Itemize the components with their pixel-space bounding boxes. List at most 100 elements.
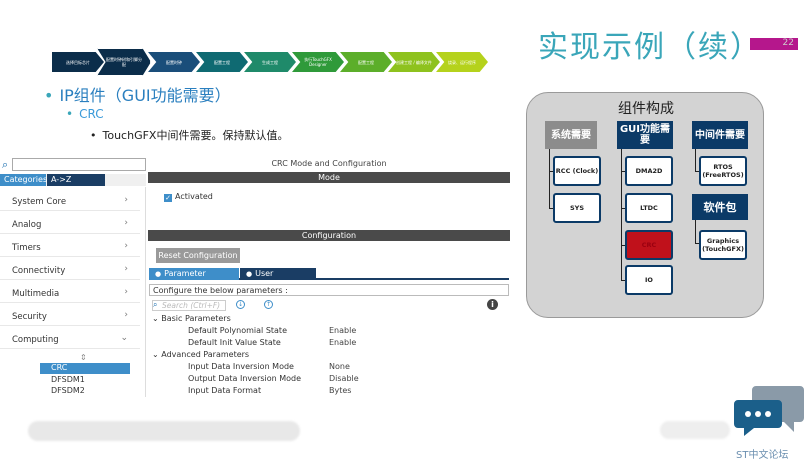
info-icon[interactable]: i	[487, 299, 498, 310]
category-label: Multimedia	[12, 289, 60, 299]
parameter-search-input[interactable]: Search (Ctrl+F)	[152, 300, 226, 311]
chevron-right-icon: ›	[124, 310, 128, 320]
bullet2-text: CRC	[79, 107, 104, 121]
bullet-ip-component: • IP组件（GUI功能需要）	[44, 86, 231, 105]
step-config-clock: 配置时钟	[148, 52, 200, 72]
sort-icon[interactable]: ⇕	[80, 353, 87, 362]
mode-bar: Mode	[148, 172, 510, 183]
activated-checkbox[interactable]: ✓ Activated	[164, 192, 213, 202]
configuration-bar: Configuration	[148, 230, 510, 241]
bullet-touchgfx-note: • TouchGFX中间件需要。保持默认值。	[90, 129, 289, 142]
category-security[interactable]: Security ›	[0, 304, 140, 326]
connector-line	[695, 220, 696, 244]
step-select-chip: 选择目标芯片	[52, 52, 104, 72]
process-steps: 选择目标芯片 配置时钟树和引脚分配 配置时钟 配置工程 生成工程 执行Touch…	[52, 48, 497, 76]
gear-icon: ●	[155, 270, 162, 278]
tab-a-z[interactable]: A->Z	[47, 174, 105, 186]
step-touchgfx-designer: 执行TouchGFX Designer	[292, 52, 344, 72]
param-default-init: Default Init Value State	[188, 338, 281, 347]
category-label: Computing	[12, 335, 59, 345]
param-value[interactable]: Bytes	[329, 386, 351, 395]
category-connectivity[interactable]: Connectivity ›	[0, 258, 140, 280]
group-label: Basic Parameters	[161, 314, 231, 323]
chevron-down-icon: ⌄	[120, 333, 128, 343]
tab-parameter-settings[interactable]: ● Parameter Settings	[149, 268, 239, 290]
search-icon[interactable]: ⌕	[2, 158, 8, 172]
category-search-input[interactable]	[12, 158, 146, 171]
diagram-title: 组件构成	[618, 101, 674, 117]
reset-configuration-button[interactable]: Reset Configuration	[156, 248, 240, 263]
step-config-project-2: 配置工程	[340, 52, 392, 72]
category-computing[interactable]: Computing ⌄	[0, 327, 140, 349]
param-output-inversion: Output Data Inversion Mode	[188, 374, 302, 383]
header-software-package: 软件包	[692, 194, 748, 220]
category-label: System Core	[12, 197, 67, 207]
blurred-footer-bar	[28, 421, 300, 441]
step-clock-pins: 配置时钟树和引脚分配	[97, 48, 151, 76]
category-label: Connectivity	[12, 266, 66, 276]
chevron-right-icon: ›	[124, 241, 128, 251]
node-dma2d: DMA2D	[625, 156, 673, 186]
peripheral-crc[interactable]: CRC	[40, 363, 130, 374]
gear-icon: ●	[246, 270, 253, 278]
activated-label: Activated	[175, 192, 213, 201]
slide-title: 实现示例（续）	[538, 30, 762, 65]
bullet1-text: IP组件（GUI功能需要）	[59, 86, 231, 105]
expand-all-icon[interactable]: ↓	[236, 300, 245, 309]
category-label: Security	[12, 312, 47, 322]
param-value[interactable]: None	[329, 362, 350, 371]
node-sys: SYS	[553, 193, 601, 223]
peripheral-dfsdm2[interactable]: DFSDM2	[40, 386, 130, 397]
param-value[interactable]: Disable	[329, 374, 359, 383]
node-rcc: RCC (Clock)	[553, 156, 601, 186]
chevron-right-icon: ›	[124, 195, 128, 205]
step-config-project: 配置工程	[196, 52, 248, 72]
chat-bubble-icon	[734, 386, 804, 436]
search-icon: ⌕	[153, 300, 158, 309]
chevron-right-icon: ›	[124, 218, 128, 228]
connector-line	[695, 149, 696, 172]
tab-categories[interactable]: Categories	[0, 174, 47, 186]
bullet3-touchgfx: TouchGFX	[102, 129, 157, 142]
step-flash-run: 烧录、运行程序	[436, 52, 488, 72]
category-analog[interactable]: Analog ›	[0, 212, 140, 234]
parameter-tabs: ● Parameter Settings ● User Constants	[149, 268, 509, 290]
node-crc: CRC	[625, 230, 673, 260]
param-value[interactable]: Enable	[329, 338, 356, 347]
param-input-inversion: Input Data Inversion Mode	[188, 362, 294, 371]
header-gui-needs: GUI功能需要	[617, 121, 673, 149]
blurred-footer-bar	[660, 421, 730, 439]
node-ltdc: LTDC	[625, 193, 673, 223]
category-timers[interactable]: Timers ›	[0, 235, 140, 257]
component-diagram: 组件构成 系统需要 GUI功能需要 中间件需要 软件包 RCC (Clock) …	[526, 92, 764, 318]
checkbox-checked-icon[interactable]: ✓	[164, 194, 172, 202]
category-system-core[interactable]: System Core ›	[0, 189, 140, 211]
category-search: ⌕	[0, 157, 146, 173]
mode-config-title: CRC Mode and Configuration	[271, 159, 387, 168]
forum-label: ST中文论坛	[736, 450, 789, 461]
category-tabs: Categories A->Z	[0, 174, 146, 186]
page-number: 22	[782, 38, 794, 48]
group-label: Advanced Parameters	[161, 350, 250, 359]
node-rtos: RTOS (FreeRTOS)	[699, 156, 747, 186]
collapse-all-icon[interactable]: ↑	[264, 300, 273, 309]
tab-user-constants[interactable]: ● User Constants	[240, 268, 316, 290]
param-value[interactable]: Enable	[329, 326, 356, 335]
configure-parameters-label: Configure the below parameters :	[149, 284, 509, 296]
step-build: 创建工程 / 编译文件	[388, 52, 440, 72]
category-multimedia[interactable]: Multimedia ›	[0, 281, 140, 303]
header-middleware-needs: 中间件需要	[692, 121, 748, 149]
chevron-right-icon: ›	[124, 264, 128, 274]
category-label: Analog	[12, 220, 42, 230]
category-label: Timers	[12, 243, 41, 253]
param-default-polynomial: Default Polynomial State	[188, 326, 287, 335]
node-graphics: Graphics (TouchGFX)	[699, 230, 747, 260]
advanced-parameters-group[interactable]: ⌄ Advanced Parameters	[152, 350, 249, 359]
basic-parameters-group[interactable]: ⌄ Basic Parameters	[152, 314, 231, 323]
connector-line	[549, 149, 550, 209]
bullet-crc: • CRC	[66, 107, 104, 121]
node-io: IO	[625, 265, 673, 295]
param-input-format: Input Data Format	[188, 386, 262, 395]
peripheral-dfsdm1[interactable]: DFSDM1	[40, 375, 130, 386]
page-badge: 22	[750, 38, 798, 50]
